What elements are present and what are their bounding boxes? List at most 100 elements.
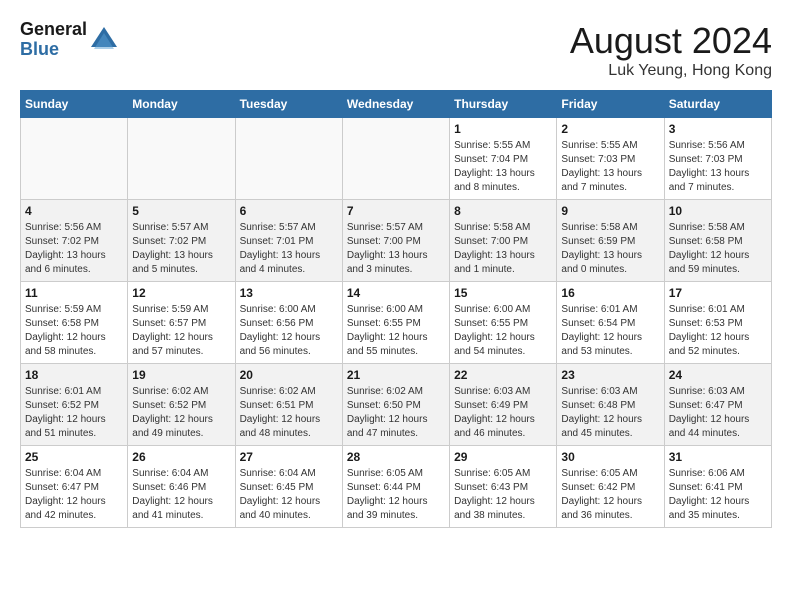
day-info: Sunrise: 6:01 AM Sunset: 6:52 PM Dayligh… (25, 385, 123, 441)
day-info: Sunrise: 6:06 AM Sunset: 6:41 PM Dayligh… (669, 467, 767, 523)
day-number: 16 (561, 286, 659, 300)
day-number: 24 (669, 368, 767, 382)
day-number: 17 (669, 286, 767, 300)
calendar-cell (128, 118, 235, 200)
weekday-header-saturday: Saturday (664, 91, 771, 118)
calendar-cell: 28Sunrise: 6:05 AM Sunset: 6:44 PM Dayli… (342, 446, 449, 528)
calendar-cell: 24 Sunrise: 6:03 AM Sunset: 6:47 PM Dayli… (664, 364, 771, 446)
day-number: 25 (25, 450, 123, 464)
page-header: General Blue August 2024 Luk Yeung, Hong… (20, 20, 772, 80)
calendar-week-row: 25 Sunrise: 6:04 AM Sunset: 6:47 PM Dayli… (21, 446, 772, 528)
day-info: Sunrise: 6:01 AM Sunset: 6:53 PM Dayligh… (669, 303, 767, 359)
day-number: 5 (132, 204, 230, 218)
day-number: 22 (454, 368, 552, 382)
calendar-cell: 17 Sunrise: 6:01 AM Sunset: 6:53 PM Dayli… (664, 282, 771, 364)
day-info: Sunrise: 6:00 AM Sunset: 6:56 PM Dayligh… (240, 303, 338, 359)
calendar-cell: 19 Sunrise: 6:02 AM Sunset: 6:52 PM Dayli… (128, 364, 235, 446)
day-number: 27 (240, 450, 338, 464)
day-info: Sunrise: 5:58 AM Sunset: 7:00 PM Dayligh… (454, 221, 552, 277)
day-info: Sunrise: 6:03 AM Sunset: 6:48 PM Dayligh… (561, 385, 659, 441)
calendar-cell: 15 Sunrise: 6:00 AM Sunset: 6:55 PM Dayli… (450, 282, 557, 364)
day-info: Sunrise: 5:58 AM Sunset: 6:58 PM Dayligh… (669, 221, 767, 277)
weekday-header-friday: Friday (557, 91, 664, 118)
calendar-cell (21, 118, 128, 200)
calendar-week-row: 11 Sunrise: 5:59 AM Sunset: 6:58 PM Dayli… (21, 282, 772, 364)
day-info: Sunrise: 6:04 AM Sunset: 6:47 PM Dayligh… (25, 467, 123, 523)
logo-general: General (20, 20, 87, 40)
calendar-cell: 25 Sunrise: 6:04 AM Sunset: 6:47 PM Dayli… (21, 446, 128, 528)
logo: General Blue (20, 20, 119, 60)
day-number: 18 (25, 368, 123, 382)
day-number: 15 (454, 286, 552, 300)
calendar-cell: 6 Sunrise: 5:57 AM Sunset: 7:01 PM Daylig… (235, 200, 342, 282)
calendar-cell: 26 Sunrise: 6:04 AM Sunset: 6:46 PM Dayli… (128, 446, 235, 528)
day-number: 3 (669, 122, 767, 136)
weekday-header-tuesday: Tuesday (235, 91, 342, 118)
day-info: Sunrise: 6:04 AM Sunset: 6:46 PM Dayligh… (132, 467, 230, 523)
weekday-header-wednesday: Wednesday (342, 91, 449, 118)
calendar-week-row: 1 Sunrise: 5:55 AM Sunset: 7:04 PM Daylig… (21, 118, 772, 200)
day-info: Sunrise: 6:04 AM Sunset: 6:45 PM Dayligh… (240, 467, 338, 523)
day-number: 7 (347, 204, 445, 218)
day-info: Sunrise: 6:01 AM Sunset: 6:54 PM Dayligh… (561, 303, 659, 359)
day-number: 11 (25, 286, 123, 300)
calendar-week-row: 4 Sunrise: 5:56 AM Sunset: 7:02 PM Daylig… (21, 200, 772, 282)
calendar-cell: 12 Sunrise: 5:59 AM Sunset: 6:57 PM Dayli… (128, 282, 235, 364)
day-number: 10 (669, 204, 767, 218)
calendar-cell: 8 Sunrise: 5:58 AM Sunset: 7:00 PM Daylig… (450, 200, 557, 282)
day-number: 23 (561, 368, 659, 382)
calendar-cell: 7 Sunrise: 5:57 AM Sunset: 7:00 PM Daylig… (342, 200, 449, 282)
calendar-cell: 30 Sunrise: 6:05 AM Sunset: 6:42 PM Dayli… (557, 446, 664, 528)
day-number: 1 (454, 122, 552, 136)
day-info: Sunrise: 5:59 AM Sunset: 6:58 PM Dayligh… (25, 303, 123, 359)
day-number: 19 (132, 368, 230, 382)
weekday-header-thursday: Thursday (450, 91, 557, 118)
day-info: Sunrise: 5:56 AM Sunset: 7:02 PM Dayligh… (25, 221, 123, 277)
location: Luk Yeung, Hong Kong (570, 62, 772, 80)
day-number: 9 (561, 204, 659, 218)
day-number: 14 (347, 286, 445, 300)
day-number: 30 (561, 450, 659, 464)
day-number: 21 (347, 368, 445, 382)
calendar-table: SundayMondayTuesdayWednesdayThursdayFrid… (20, 90, 772, 528)
calendar-cell: 18 Sunrise: 6:01 AM Sunset: 6:52 PM Dayli… (21, 364, 128, 446)
day-info: Sunrise: 6:00 AM Sunset: 6:55 PM Dayligh… (347, 303, 445, 359)
day-number: 26 (132, 450, 230, 464)
calendar-cell: 14 Sunrise: 6:00 AM Sunset: 6:55 PM Dayli… (342, 282, 449, 364)
day-info: Sunrise: 6:02 AM Sunset: 6:50 PM Dayligh… (347, 385, 445, 441)
day-number: 2 (561, 122, 659, 136)
day-number: 12 (132, 286, 230, 300)
calendar-cell: 11 Sunrise: 5:59 AM Sunset: 6:58 PM Dayli… (21, 282, 128, 364)
title-section: August 2024 Luk Yeung, Hong Kong (570, 20, 772, 80)
calendar-cell: 3 Sunrise: 5:56 AM Sunset: 7:03 PM Daylig… (664, 118, 771, 200)
day-info: Sunrise: 6:00 AM Sunset: 6:55 PM Dayligh… (454, 303, 552, 359)
calendar-cell: 16 Sunrise: 6:01 AM Sunset: 6:54 PM Dayli… (557, 282, 664, 364)
day-info: Sunrise: 6:02 AM Sunset: 6:51 PM Dayligh… (240, 385, 338, 441)
weekday-header-row: SundayMondayTuesdayWednesdayThursdayFrid… (21, 91, 772, 118)
day-info: Sunrise: 6:02 AM Sunset: 6:52 PM Dayligh… (132, 385, 230, 441)
day-info: Sunrise: 5:57 AM Sunset: 7:00 PM Dayligh… (347, 221, 445, 277)
calendar-cell: 22Sunrise: 6:03 AM Sunset: 6:49 PM Dayli… (450, 364, 557, 446)
day-number: 31 (669, 450, 767, 464)
day-info: Sunrise: 5:57 AM Sunset: 7:01 PM Dayligh… (240, 221, 338, 277)
day-info: Sunrise: 5:55 AM Sunset: 7:04 PM Dayligh… (454, 139, 552, 195)
day-info: Sunrise: 6:05 AM Sunset: 6:43 PM Dayligh… (454, 467, 552, 523)
calendar-cell: 9Sunrise: 5:58 AM Sunset: 6:59 PM Daylig… (557, 200, 664, 282)
calendar-cell: 29 Sunrise: 6:05 AM Sunset: 6:43 PM Dayli… (450, 446, 557, 528)
calendar-cell: 10 Sunrise: 5:58 AM Sunset: 6:58 PM Dayli… (664, 200, 771, 282)
calendar-cell (235, 118, 342, 200)
day-number: 28 (347, 450, 445, 464)
day-info: Sunrise: 5:56 AM Sunset: 7:03 PM Dayligh… (669, 139, 767, 195)
day-number: 4 (25, 204, 123, 218)
day-info: Sunrise: 5:57 AM Sunset: 7:02 PM Dayligh… (132, 221, 230, 277)
day-info: Sunrise: 6:05 AM Sunset: 6:42 PM Dayligh… (561, 467, 659, 523)
day-number: 6 (240, 204, 338, 218)
day-number: 8 (454, 204, 552, 218)
day-info: Sunrise: 5:59 AM Sunset: 6:57 PM Dayligh… (132, 303, 230, 359)
day-info: Sunrise: 6:03 AM Sunset: 6:47 PM Dayligh… (669, 385, 767, 441)
day-number: 29 (454, 450, 552, 464)
month-year: August 2024 (570, 20, 772, 62)
day-number: 20 (240, 368, 338, 382)
calendar-cell: 2Sunrise: 5:55 AM Sunset: 7:03 PM Daylig… (557, 118, 664, 200)
calendar-cell: 20 Sunrise: 6:02 AM Sunset: 6:51 PM Dayli… (235, 364, 342, 446)
